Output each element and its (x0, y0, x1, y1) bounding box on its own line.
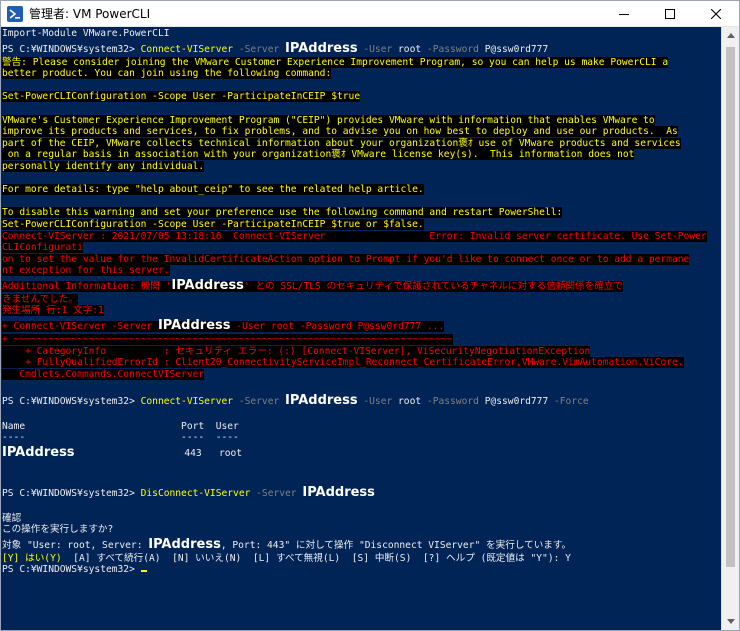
error-line: 発生場所 行:1 文字:1 (2, 305, 104, 317)
powershell-icon (7, 5, 23, 22)
confirm-target: 対象 "User: root, Server: IPAddress, Port:… (2, 536, 572, 552)
maximize-icon (665, 8, 675, 19)
error-line: on to set the value for the InvalidCerti… (2, 253, 690, 265)
error-line: Additional Information: 機関 'IPAddress' と… (2, 277, 624, 293)
table-separator: ---- ---- ---- (2, 432, 239, 444)
console-output[interactable]: Import-Module VMware.PowerCLI PS C:¥WIND… (1, 27, 721, 630)
scroll-up-button[interactable] (722, 27, 739, 44)
console-line: PS C:¥WINDOWS¥system32> Connect-VIServer… (2, 40, 549, 56)
warning-line: VMware's Customer Experience Improvement… (2, 114, 655, 126)
warning-line: Set-PowerCLIConfiguration -Scope User -P… (2, 91, 361, 103)
warning-line: To disable this warning and set your pre… (2, 207, 563, 219)
warning-line: part of the CEIP, VMware collects techni… (2, 137, 681, 149)
powercli-window: 管理者: VM PowerCLI Import-Module VMware.Po… (0, 0, 740, 631)
window-controls (601, 1, 739, 27)
table-header: Name Port User (2, 420, 239, 432)
vertical-scrollbar[interactable] (721, 27, 739, 630)
minimize-button[interactable] (601, 1, 647, 27)
console-line: PS C:¥WINDOWS¥system32> DisConnect-VISer… (2, 485, 375, 500)
scrollbar-thumb[interactable] (726, 47, 735, 567)
warning-line: better product. You can join using the f… (2, 68, 332, 80)
chevron-down-icon (726, 619, 735, 624)
warning-line: personally identify any individual. (2, 160, 205, 172)
error-line: + Connect-VIServer -Server IPAddress -Us… (2, 318, 445, 334)
error-line: + ~~~~~~~~~~~~~~~~~~~~~~~~~~~~~~~~~~~~~~… (2, 334, 453, 346)
error-line: Connect-VIServer : 2021/07/05 13:18:16 C… (2, 230, 707, 242)
console-prompt-line[interactable]: PS C:¥WINDOWS¥system32> (2, 564, 721, 576)
text-cursor (140, 570, 147, 573)
confirm-title: 確認 (2, 512, 22, 524)
warning-line: Set-PowerCLIConfiguration -Scope User -P… (2, 218, 424, 230)
minimize-icon (619, 13, 629, 15)
warning-line: on a regular basis in association with y… (2, 149, 635, 161)
table-row: IPAddress 443 root (2, 444, 243, 460)
title-bar[interactable]: 管理者: VM PowerCLI (1, 1, 739, 27)
warning-line: 警告: Please consider joining the VMware C… (2, 56, 669, 68)
error-line: CLIConfigurati (2, 242, 83, 254)
confirm-options: [Y] はい(Y) [A] すべて続行(A) [N] いいえ(N) [L] すべ… (2, 552, 571, 564)
close-button[interactable] (693, 1, 739, 27)
error-line: nt exception for this server. (2, 265, 170, 277)
warning-line: For more details: type "help about_ceip"… (2, 184, 424, 196)
console-line: Import-Module VMware.PowerCLI (2, 28, 170, 39)
error-line: Cmdlets.Commands.ConnectVIServer (2, 368, 205, 380)
error-line: + CategoryInfo : セキュリティ エラー: (:) [Connec… (2, 345, 591, 357)
console-line: PS C:¥WINDOWS¥system32> Connect-VIServer… (2, 393, 589, 409)
warning-line: improve its products and services, to fi… (2, 126, 678, 138)
chevron-up-icon (726, 33, 735, 38)
error-line: + FullyQualifiedErrorId : Client20_Conne… (2, 357, 684, 369)
error-line: きませんでした。 (2, 293, 78, 305)
close-icon (711, 8, 721, 19)
window-title: 管理者: VM PowerCLI (29, 7, 151, 21)
scroll-down-button[interactable] (722, 613, 739, 630)
maximize-button[interactable] (647, 1, 693, 27)
confirm-question: この操作を実行しますか? (2, 524, 114, 536)
